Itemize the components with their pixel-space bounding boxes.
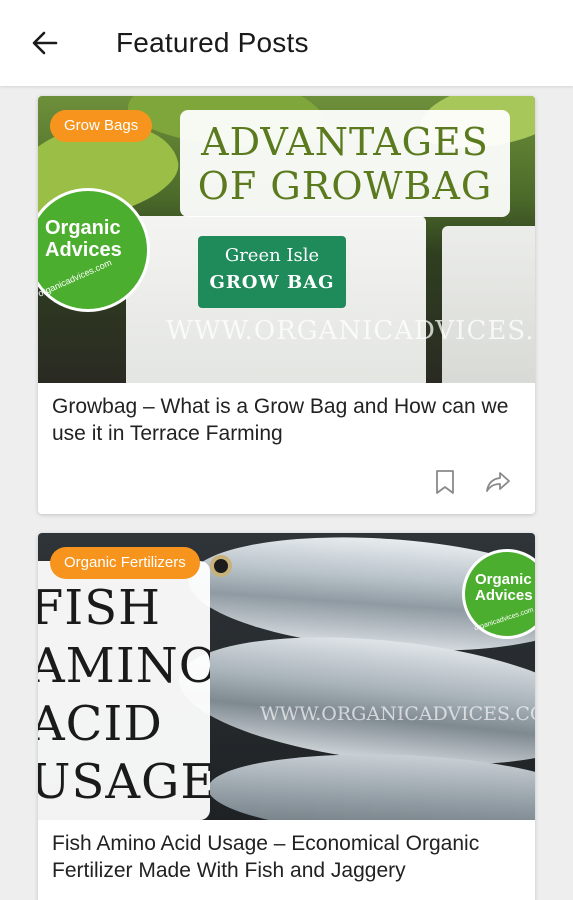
- app-bar: Featured Posts: [0, 0, 573, 86]
- thumbnail-headline-box: FISH AMINO ACID USAGE: [38, 561, 210, 820]
- page-title: Featured Posts: [116, 27, 309, 58]
- back-button[interactable]: [22, 22, 68, 64]
- brand-url: organicadvices.com: [473, 606, 535, 633]
- thumbnail-headline: ADVANTAGES: [201, 119, 489, 164]
- brand-name: Organic Advices: [475, 571, 533, 604]
- brand-url: organicadvices.com: [38, 257, 114, 299]
- post-title[interactable]: Fish Amino Acid Usage – Economical Organ…: [52, 830, 519, 884]
- post-title[interactable]: Growbag – What is a Grow Bag and How can…: [52, 393, 519, 447]
- brand-logo: Organic Advices organicadvices.com: [462, 549, 535, 639]
- thumbnail-headline: FISH AMINO ACID USAGE: [38, 580, 210, 810]
- post-card[interactable]: FISH AMINO ACID USAGE Organic Advices or…: [38, 533, 535, 900]
- thumbnail-watermark: WWW.ORGANICADVICES.COM: [166, 316, 535, 346]
- post-thumbnail[interactable]: Green Isle GROW BAG ADVANTAGES OF GROWBA…: [38, 96, 535, 383]
- bag-label-brand: Green Isle: [224, 245, 320, 266]
- grow-bag-image: [442, 226, 535, 383]
- fish-eye: [210, 555, 232, 577]
- bag-label: Green Isle GROW BAG: [198, 236, 346, 308]
- category-badge[interactable]: Organic Fertilizers: [50, 547, 200, 579]
- post-card[interactable]: Green Isle GROW BAG ADVANTAGES OF GROWBA…: [38, 96, 535, 514]
- share-icon: [486, 472, 510, 492]
- arrow-left-icon: [32, 31, 58, 55]
- bookmark-icon: [436, 470, 454, 494]
- post-thumbnail[interactable]: FISH AMINO ACID USAGE Organic Advices or…: [38, 533, 535, 820]
- bookmark-button[interactable]: [427, 464, 463, 500]
- category-badge[interactable]: Grow Bags: [50, 110, 153, 142]
- bag-label-product: GROW BAG: [209, 272, 335, 293]
- thumbnail-headline: OF GROWBAG: [197, 163, 493, 208]
- brand-name: Organic Advices: [45, 217, 122, 261]
- share-button[interactable]: [480, 464, 516, 500]
- thumbnail-watermark: WWW.ORGANICADVICES.COM: [260, 703, 535, 725]
- thumbnail-headline-box: ADVANTAGES OF GROWBAG: [180, 110, 510, 217]
